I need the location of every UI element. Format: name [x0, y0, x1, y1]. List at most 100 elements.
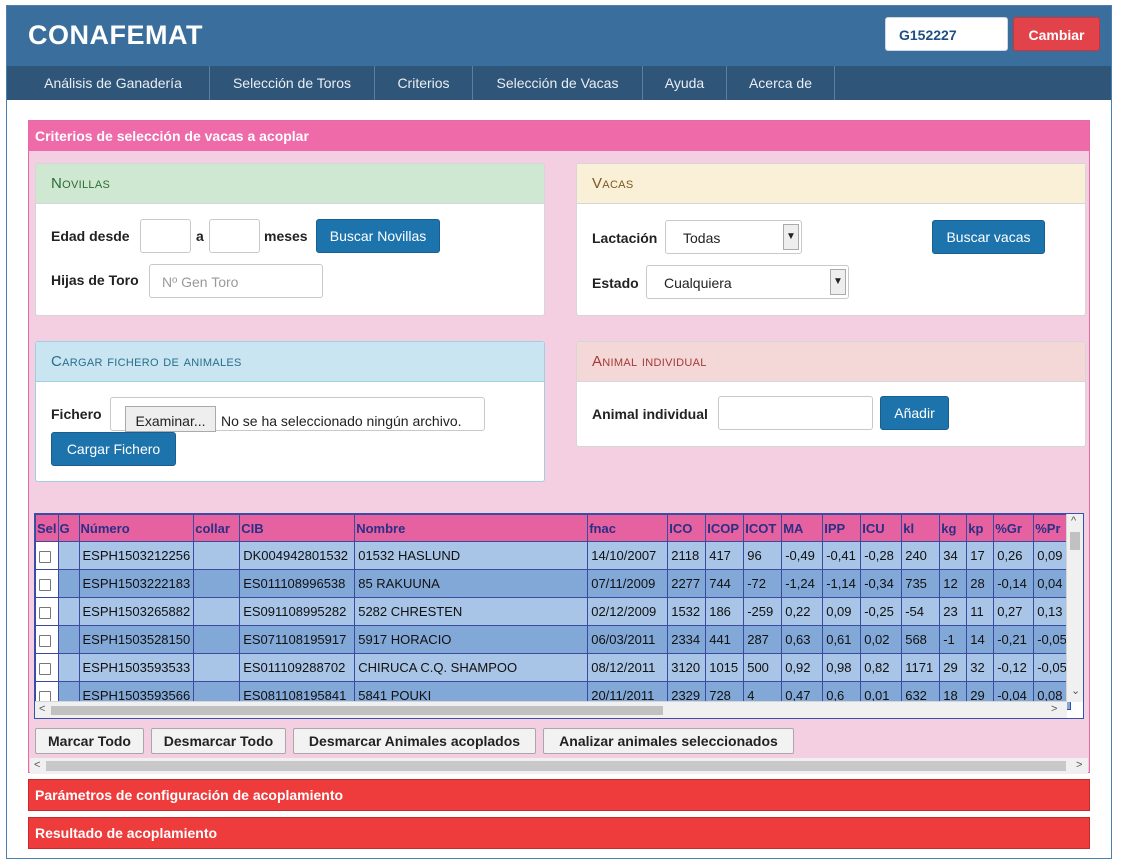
- table-cell-fnac: 08/12/2011: [587, 653, 669, 682]
- column-header[interactable]: %Pr: [1033, 514, 1071, 542]
- scroll-right-icon[interactable]: >: [1076, 759, 1082, 771]
- age-from-label: Edad desde: [51, 228, 130, 244]
- column-header[interactable]: fnac: [587, 514, 669, 542]
- file-input[interactable]: Examinar... No se ha seleccionado ningún…: [110, 397, 485, 432]
- scroll-up-icon[interactable]: ^: [1071, 515, 1076, 527]
- browse-button[interactable]: Examinar...: [125, 406, 216, 432]
- age-to-input[interactable]: [209, 219, 260, 253]
- column-header[interactable]: Nombre: [354, 514, 589, 542]
- header-bar: CONAFEMAT G152227 Cambiar: [7, 6, 1111, 66]
- table-cell-nombre: 01532 HASLUND: [354, 541, 589, 570]
- nav-item-seleccion-toros[interactable]: Selección de Toros: [210, 66, 375, 100]
- age-from-input[interactable]: [140, 219, 191, 253]
- table-cell-pr: -0,05: [1033, 625, 1071, 654]
- table-cell-gr: 0,26: [993, 541, 1035, 570]
- column-header[interactable]: %Gr: [993, 514, 1035, 542]
- individual-animal-input[interactable]: [718, 396, 873, 430]
- table-cell-numero: ESPH1503212256: [78, 541, 195, 570]
- table-cell-pr: -0,05: [1033, 653, 1071, 682]
- scroll-left-icon[interactable]: <: [39, 703, 45, 715]
- table-cell-kg: 23: [939, 597, 968, 626]
- table-row[interactable]: ESPH1503593533 ES011109288702 CHIRUCA C.Q.…: [35, 653, 1071, 682]
- mark-all-button[interactable]: Marcar Todo: [35, 728, 144, 754]
- search-novillas-button[interactable]: Buscar Novillas: [316, 219, 440, 253]
- table-row[interactable]: ESPH1503528150 ES071108195917 5917 HORACIO…: [35, 625, 1071, 654]
- column-header[interactable]: G: [57, 514, 80, 542]
- table-vertical-scrollbar[interactable]: ^ ⌄: [1066, 514, 1083, 702]
- column-header[interactable]: CIB: [239, 514, 356, 542]
- column-header[interactable]: ICOP: [705, 514, 745, 542]
- table-header-row: Sel G Número collar CIB Nombre fnac ICO ICOP ICOT…: [35, 514, 1071, 542]
- table-row[interactable]: ESPH1503265882 ES091108995282 5282 CHRESTE…: [35, 597, 1071, 626]
- upload-file-button[interactable]: Cargar Fichero: [51, 432, 176, 466]
- column-header[interactable]: Sel: [35, 514, 59, 542]
- table-cell-numero: ESPH1503265882: [78, 597, 195, 626]
- column-header[interactable]: collar: [193, 514, 241, 542]
- analyze-selected-button[interactable]: Analizar animales seleccionados: [543, 728, 794, 754]
- table-cell-gr: 0,27: [993, 597, 1035, 626]
- table-cell-nombre: 5282 CHRESTEN: [354, 597, 589, 626]
- row-checkbox[interactable]: [39, 550, 51, 563]
- table-cell-ma: 0,63: [781, 625, 824, 654]
- table-cell-icop: 441: [705, 625, 745, 654]
- file-upload-card: Cargar fichero de animales Fichero Exami…: [35, 341, 545, 482]
- row-checkbox[interactable]: [39, 634, 51, 647]
- nav-item-criterios[interactable]: Criterios: [375, 66, 473, 100]
- criteria-panel: Criterios de selección de vacas a acopla…: [28, 120, 1090, 774]
- coupling-result-section[interactable]: Resultado de acoplamiento: [28, 817, 1090, 849]
- table-cell-nombre: CHIRUCA C.Q. SHAMPOO: [354, 653, 589, 682]
- group-cell: [57, 569, 80, 598]
- table-cell-ico: 3120: [667, 653, 707, 682]
- add-animal-button[interactable]: Añadir: [880, 396, 949, 430]
- individual-animal-card: Animal individual Animal individual Añad…: [576, 341, 1086, 447]
- table-cell-kl: 568: [901, 625, 941, 654]
- column-header[interactable]: ICOT: [743, 514, 783, 542]
- scroll-right-icon[interactable]: >: [1051, 703, 1057, 715]
- config-params-section[interactable]: Parámetros de configuración de acoplamie…: [28, 779, 1090, 811]
- column-header[interactable]: kp: [966, 514, 995, 542]
- select-cell: [35, 541, 59, 570]
- user-code-field[interactable]: G152227: [885, 17, 1008, 51]
- table-cell-icot: 287: [743, 625, 783, 654]
- scroll-down-icon[interactable]: ⌄: [1071, 684, 1080, 697]
- column-header[interactable]: IPP: [822, 514, 862, 542]
- table-row[interactable]: ESPH1503222183 ES011108996538 85 RAKUUNA 07…: [35, 569, 1071, 598]
- table-cell-kg: 34: [939, 541, 968, 570]
- table-cell-icu: -0,25: [860, 597, 903, 626]
- column-header[interactable]: Número: [78, 514, 195, 542]
- bull-number-input[interactable]: Nº Gen Toro: [149, 264, 323, 298]
- unmark-coupled-button[interactable]: Desmarcar Animales acoplados: [293, 728, 536, 754]
- row-checkbox[interactable]: [39, 662, 51, 675]
- nav-item-acerca-de[interactable]: Acerca de: [727, 66, 835, 100]
- table-cell-cib: ES071108195917: [239, 625, 356, 654]
- table-cell-cib: ES091108995282: [239, 597, 356, 626]
- nav-item-seleccion-vacas[interactable]: Selección de Vacas: [473, 66, 643, 100]
- change-button[interactable]: Cambiar: [1013, 17, 1100, 51]
- table-cell-pr: 0,04: [1033, 569, 1071, 598]
- scroll-left-icon[interactable]: <: [34, 759, 40, 771]
- main-nav: Análisis de Ganadería Selección de Toros…: [7, 66, 1111, 100]
- column-header[interactable]: MA: [781, 514, 824, 542]
- table-vertical-scroll-thumb[interactable]: [1070, 532, 1080, 550]
- column-header[interactable]: ICU: [860, 514, 903, 542]
- panel-horizontal-scroll-thumb[interactable]: [46, 761, 1066, 771]
- nav-item-analisis-ganaderia[interactable]: Análisis de Ganadería: [17, 66, 210, 100]
- table-horizontal-scrollbar[interactable]: < >: [35, 701, 1067, 718]
- table-cell-icop: 744: [705, 569, 745, 598]
- column-header[interactable]: kg: [939, 514, 968, 542]
- unmark-all-button[interactable]: Desmarcar Todo: [151, 728, 286, 754]
- column-header[interactable]: ICO: [667, 514, 707, 542]
- row-checkbox[interactable]: [39, 578, 51, 591]
- table-cell-ico: 2277: [667, 569, 707, 598]
- nav-item-ayuda[interactable]: Ayuda: [643, 66, 727, 100]
- row-checkbox[interactable]: [39, 606, 51, 619]
- state-select[interactable]: Cualquiera ▼: [646, 265, 849, 299]
- panel-horizontal-scrollbar[interactable]: < >: [30, 758, 1088, 774]
- lactation-select[interactable]: Todas ▼: [665, 220, 802, 254]
- animals-table: Sel G Número collar CIB Nombre fnac ICO ICOP ICOT…: [35, 514, 1071, 710]
- table-row[interactable]: ESPH1503212256 DK004942801532 01532 HASLUN…: [35, 541, 1071, 570]
- search-vacas-button[interactable]: Buscar vacas: [932, 220, 1045, 254]
- criteria-panel-title[interactable]: Criterios de selección de vacas a acopla…: [29, 121, 1089, 151]
- column-header[interactable]: kl: [901, 514, 941, 542]
- table-horizontal-scroll-thumb[interactable]: [51, 706, 663, 715]
